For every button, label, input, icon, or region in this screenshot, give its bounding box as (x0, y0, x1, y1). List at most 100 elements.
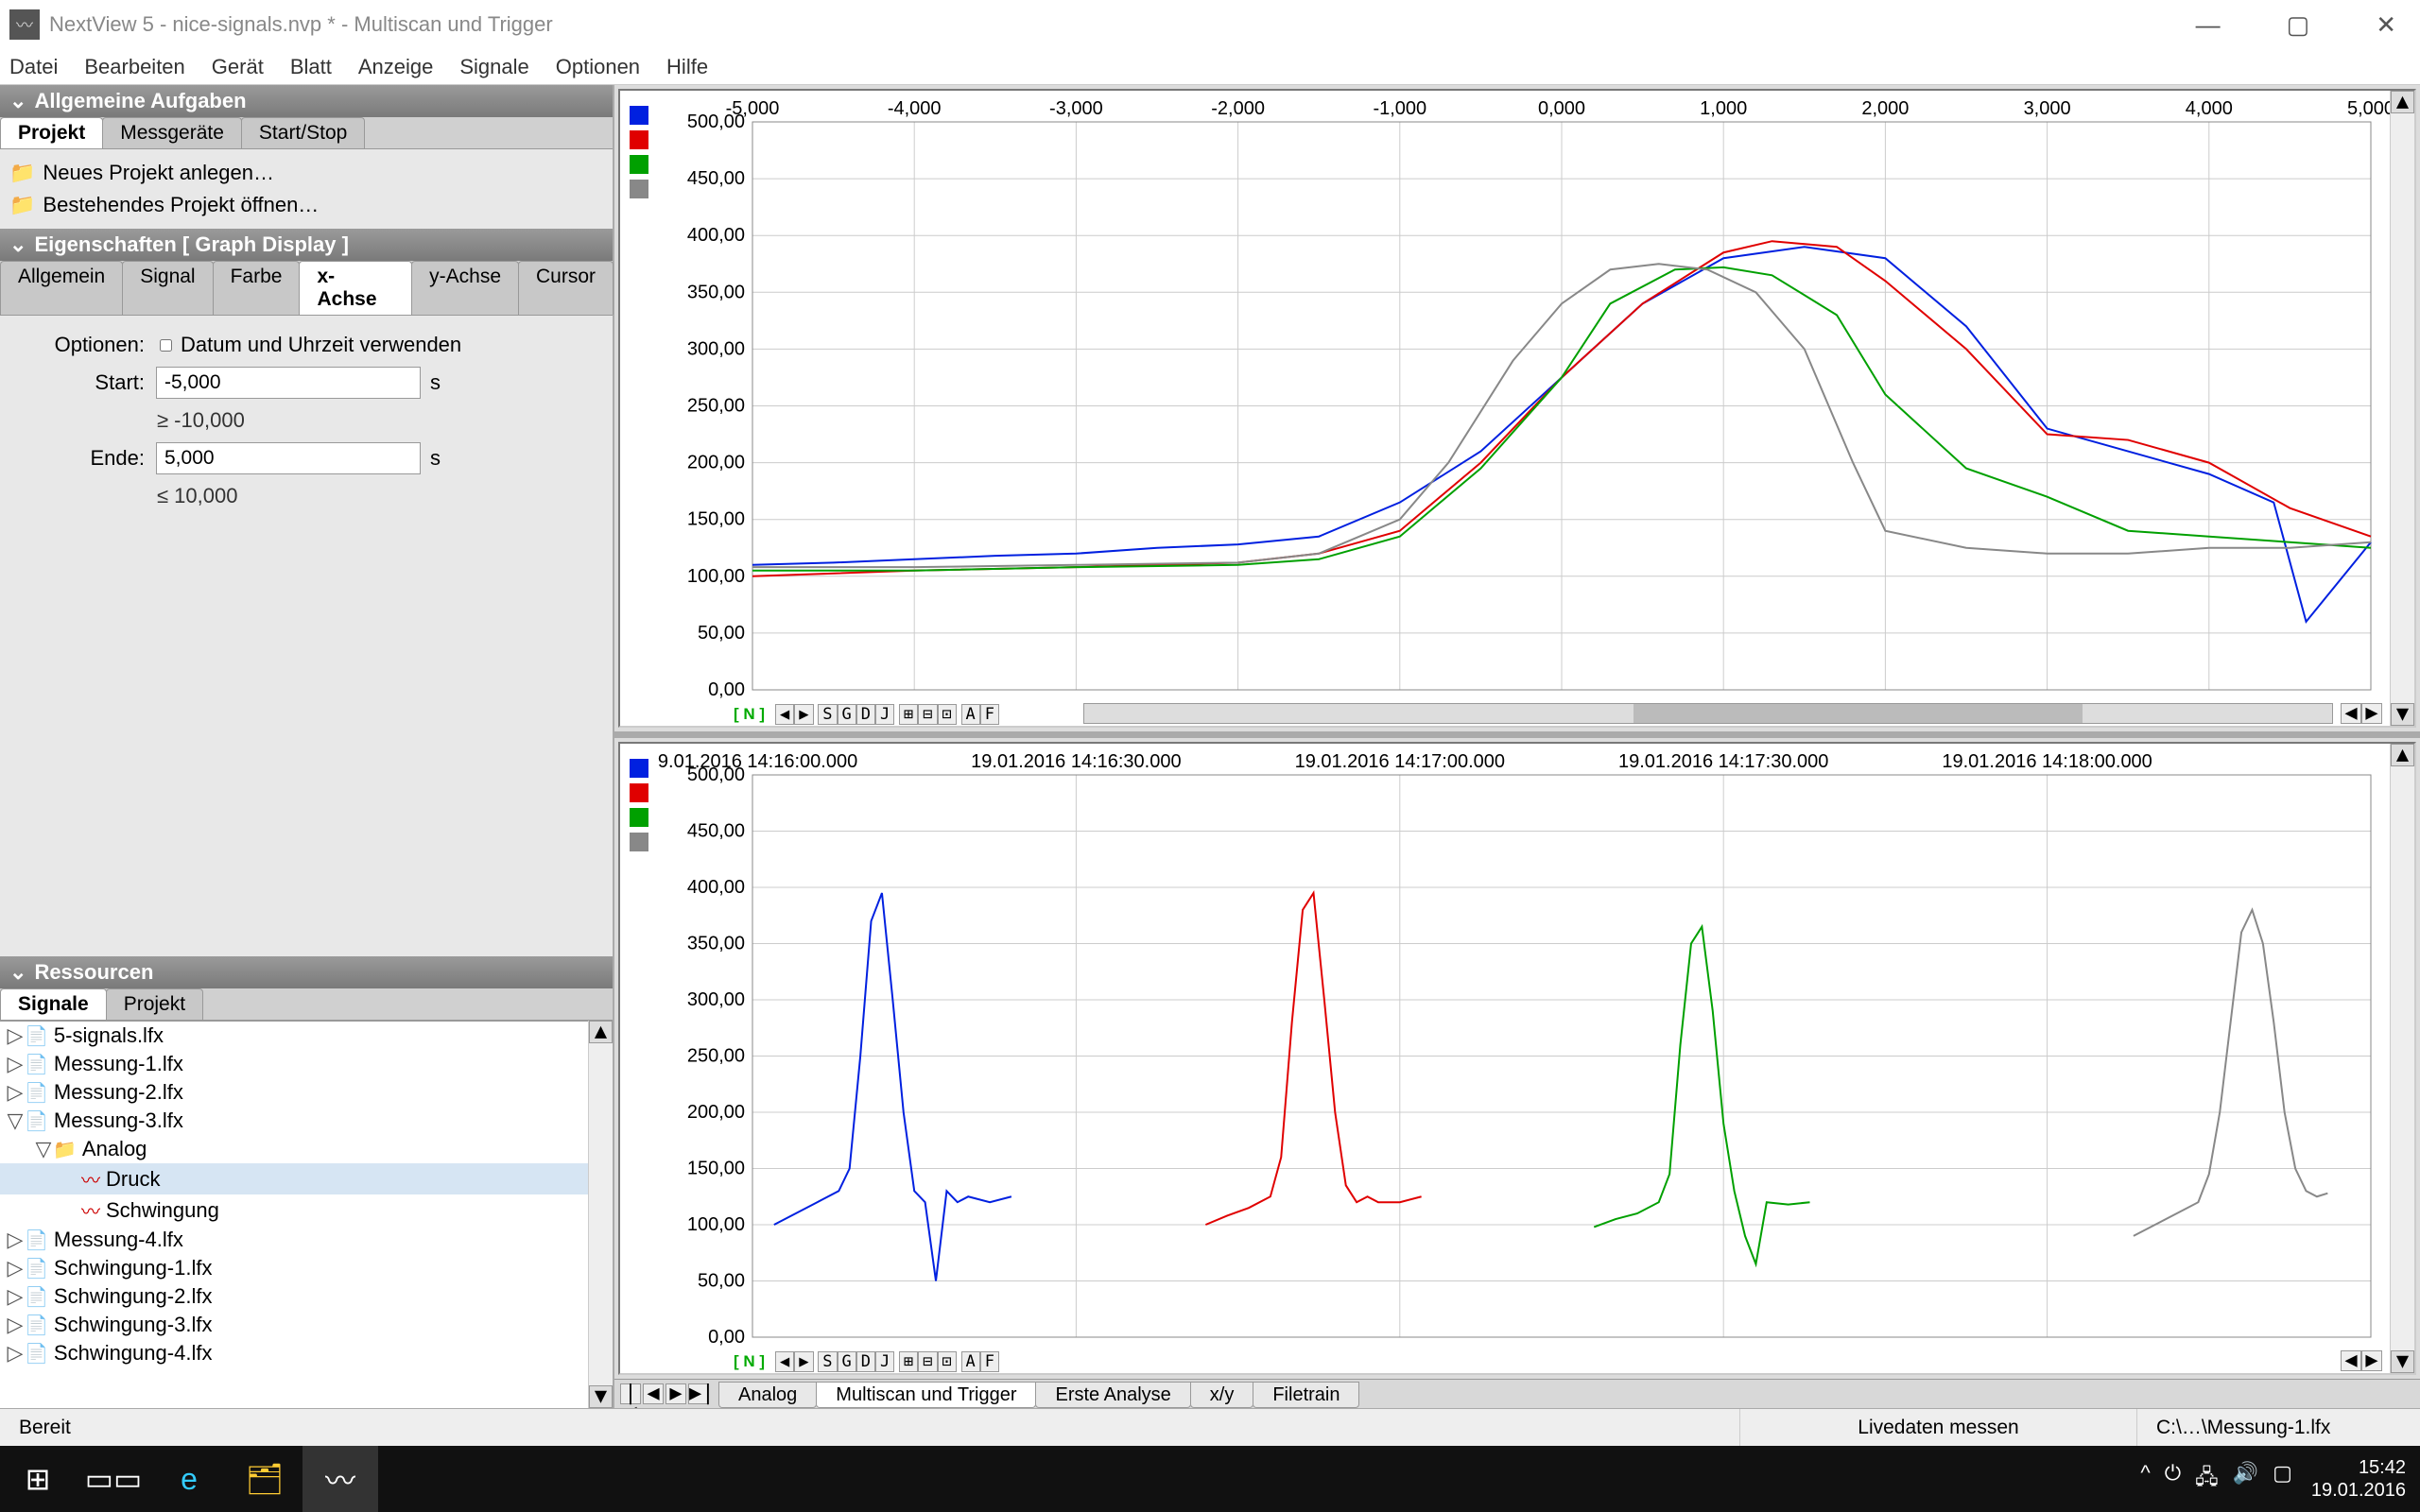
props-tab-3[interactable]: x-Achse (299, 261, 412, 315)
legend-swatch[interactable] (630, 130, 648, 149)
y-scrollbar-bottom[interactable]: ▲ ▼ (2390, 744, 2414, 1373)
plot-tool-button[interactable]: ⊡ (938, 1351, 957, 1372)
sheet-nav-next[interactable]: ▶ (666, 1383, 686, 1404)
plot-area-top[interactable]: 0,0050,00100,00150,00200,00250,00300,003… (658, 91, 2390, 726)
plot-tool-button[interactable]: ⊞ (899, 704, 918, 725)
edge-icon[interactable]: e (151, 1446, 227, 1512)
tree-expander[interactable]: ▷ (6, 1080, 25, 1105)
network-icon[interactable]: 🖧 (2195, 1461, 2219, 1497)
tree-item[interactable]: ▷📄Schwingung-1.lfx (0, 1254, 588, 1282)
plot-tool-button[interactable]: ⊞ (899, 1351, 918, 1372)
plot-tool-button[interactable]: G (838, 1351, 856, 1372)
menu-signale[interactable]: Signale (459, 55, 528, 79)
maximize-button[interactable]: ▢ (2273, 10, 2325, 40)
menu-blatt[interactable]: Blatt (290, 55, 332, 79)
props-tab-5[interactable]: Cursor (518, 261, 614, 315)
plot-tool-button[interactable]: ◀ (775, 704, 794, 725)
start-button[interactable]: ⊞ (0, 1446, 76, 1512)
sheet-tab-1[interactable]: Multiscan und Trigger (816, 1382, 1036, 1408)
plot-tool-button[interactable]: J (875, 1351, 894, 1372)
scroll-left-button[interactable]: ◀ (2341, 1350, 2361, 1371)
props-tab-1[interactable]: Signal (122, 261, 213, 315)
legend-swatch[interactable] (630, 808, 648, 827)
legend-swatch[interactable] (630, 833, 648, 851)
plot-tool-button[interactable]: F (980, 1351, 999, 1372)
menu-anzeige[interactable]: Anzeige (358, 55, 434, 79)
res-tab-0[interactable]: Signale (0, 988, 107, 1020)
plot-tool-button[interactable]: S (818, 704, 837, 725)
sheet-tab-2[interactable]: Erste Analyse (1035, 1382, 1190, 1408)
plot-tool-button[interactable]: ▶ (794, 1351, 813, 1372)
tree-expander[interactable]: ▷ (6, 1052, 25, 1076)
x-scrollbar-top[interactable] (1083, 703, 2333, 724)
task-item-label[interactable]: Neues Projekt anlegen… (43, 161, 274, 185)
tree-expander[interactable]: ▷ (6, 1341, 25, 1366)
tree-item[interactable]: ▷📄Schwingung-2.lfx (0, 1282, 588, 1311)
sheet-nav-prev[interactable]: ◀ (643, 1383, 664, 1404)
tree-expander[interactable]: ▽ (6, 1108, 25, 1133)
system-tray[interactable]: ^ ⏻ 🖧 🔊 ▢ (2140, 1461, 2291, 1497)
plot-tool-button[interactable]: A (961, 1351, 980, 1372)
scroll-down-button[interactable]: ▼ (2391, 703, 2414, 726)
tree-expander[interactable]: ▷ (6, 1023, 25, 1048)
tree-scrollbar[interactable]: ▲ ▼ (588, 1021, 613, 1408)
tree-item[interactable]: ▽📄Messung-3.lfx (0, 1107, 588, 1135)
tree-expander[interactable]: ▷ (6, 1284, 25, 1309)
tree-expander[interactable]: ▷ (6, 1313, 25, 1337)
tree-item[interactable]: ▷📄5-signals.lfx (0, 1022, 588, 1050)
tree-item[interactable]: ▷📄Messung-1.lfx (0, 1050, 588, 1078)
menu-hilfe[interactable]: Hilfe (666, 55, 708, 79)
plot-tool-button[interactable]: F (980, 704, 999, 725)
plot-tool-button[interactable]: ⊟ (918, 704, 937, 725)
tree-expander[interactable]: ▽ (34, 1137, 53, 1161)
tasks-tab-0[interactable]: Projekt (0, 117, 103, 148)
scroll-right-button[interactable]: ▶ (2361, 1350, 2382, 1371)
power-icon[interactable]: ⏻ (2165, 1461, 2181, 1497)
tray-up-icon[interactable]: ^ (2140, 1461, 2150, 1497)
tree-item[interactable]: ▽📁Analog (0, 1135, 588, 1163)
tree-item[interactable]: 〰Druck (0, 1163, 588, 1194)
tree-item[interactable]: 〰Schwingung (0, 1194, 588, 1226)
plot-tool-button[interactable]: ⊟ (918, 1351, 937, 1372)
scroll-down-button[interactable]: ▼ (2391, 1350, 2414, 1373)
scroll-up-button[interactable]: ▲ (2391, 744, 2414, 766)
plot-tool-button[interactable]: ⊡ (938, 704, 957, 725)
menu-optionen[interactable]: Optionen (556, 55, 640, 79)
props-tab-2[interactable]: Farbe (213, 261, 301, 315)
volume-icon[interactable]: 🔊 (2233, 1461, 2258, 1497)
properties-panel-header[interactable]: ⌄ Eigenschaften [ Graph Display ] (0, 229, 613, 261)
legend-swatch[interactable] (630, 155, 648, 174)
res-tab-1[interactable]: Projekt (106, 988, 203, 1020)
plot-tool-button[interactable]: D (856, 704, 875, 725)
scroll-left-button[interactable]: ◀ (2341, 703, 2361, 724)
tasks-tab-1[interactable]: Messgeräte (102, 117, 242, 148)
datetime-checkbox[interactable] (160, 339, 172, 352)
tasks-panel-header[interactable]: ⌄ Allgemeine Aufgaben (0, 85, 613, 117)
close-button[interactable]: ✕ (2361, 10, 2411, 40)
resources-panel-header[interactable]: ⌄ Ressourcen (0, 956, 613, 988)
sheet-nav-last[interactable]: ▶| (688, 1383, 709, 1404)
plot-tool-button[interactable]: ▶ (794, 704, 813, 725)
tasks-tab-2[interactable]: Start/Stop (241, 117, 365, 148)
nextview-taskbar-icon[interactable]: 〰 (302, 1446, 378, 1512)
status-livedata-button[interactable]: Livedaten messen (1739, 1409, 2136, 1446)
legend-swatch[interactable] (630, 180, 648, 198)
tree-expander[interactable]: ▷ (6, 1256, 25, 1280)
scroll-down-button[interactable]: ▼ (589, 1385, 613, 1408)
sheet-tab-4[interactable]: Filetrain (1253, 1382, 1359, 1408)
plot-tool-button[interactable]: G (838, 704, 856, 725)
start-input[interactable] (156, 367, 421, 399)
task-item-label[interactable]: Bestehendes Projekt öffnen… (43, 193, 319, 217)
horizontal-splitter[interactable] (614, 731, 2420, 738)
sheet-tab-0[interactable]: Analog (718, 1382, 817, 1408)
explorer-icon[interactable]: 🗂 (227, 1446, 302, 1512)
tree-expander[interactable]: ▷ (6, 1228, 25, 1252)
props-tab-0[interactable]: Allgemein (0, 261, 123, 315)
plot-area-bottom[interactable]: 0,0050,00100,00150,00200,00250,00300,003… (658, 744, 2390, 1373)
task-view-icon[interactable]: ▭▭ (76, 1446, 151, 1512)
tree-item[interactable]: ▷📄Schwingung-4.lfx (0, 1339, 588, 1367)
legend-swatch[interactable] (630, 783, 648, 802)
plot-tool-button[interactable]: D (856, 1351, 875, 1372)
scroll-up-button[interactable]: ▲ (589, 1021, 613, 1043)
flag-icon[interactable]: ▢ (2273, 1461, 2292, 1497)
